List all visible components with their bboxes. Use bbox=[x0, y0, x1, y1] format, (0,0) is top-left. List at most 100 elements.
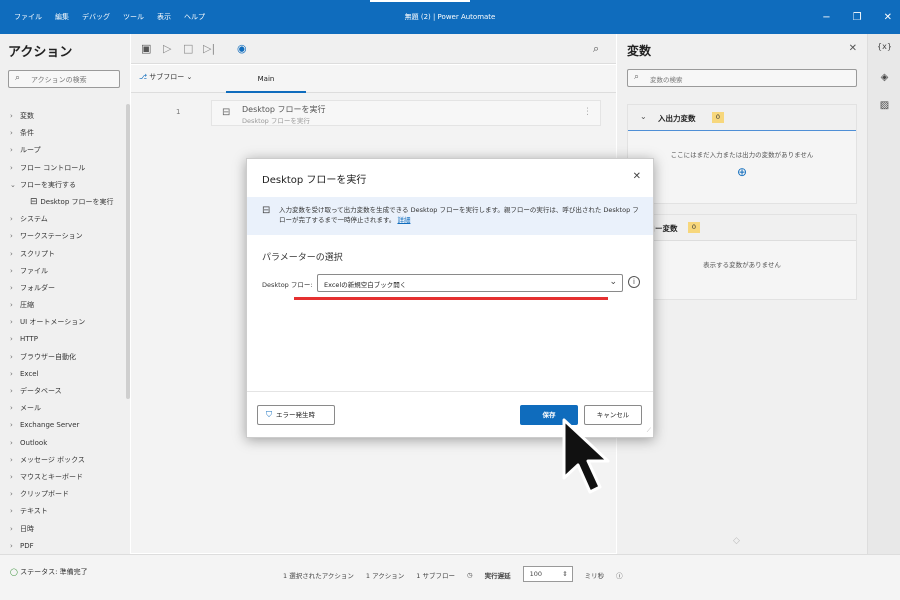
action-item[interactable]: › 日時 bbox=[0, 521, 130, 538]
stop-icon[interactable]: □ bbox=[183, 42, 193, 55]
action-item[interactable]: › PDF bbox=[0, 538, 130, 555]
action-item[interactable]: › ループ bbox=[0, 142, 130, 159]
search-flow-icon[interactable]: ⌕ bbox=[593, 42, 599, 56]
action-item[interactable]: › クリップボード bbox=[0, 486, 130, 503]
subflow-dropdown[interactable]: ⎇ サブフロー ⌄ bbox=[139, 72, 192, 82]
action-item[interactable]: › マウスとキーボード bbox=[0, 469, 130, 486]
action-item-label: Exchange Server bbox=[20, 421, 80, 430]
action-item-label: スクリプト bbox=[20, 249, 55, 258]
chevron-right-icon: › bbox=[10, 146, 13, 155]
chevron-right-icon: › bbox=[10, 129, 13, 138]
ui-elements-icon[interactable]: ◈ bbox=[868, 72, 900, 83]
action-item[interactable]: › フォルダー bbox=[0, 280, 130, 297]
search-icon: ⌕ bbox=[15, 73, 21, 83]
flow-variables-empty: 表示する変数がありません bbox=[703, 261, 781, 269]
variables-panel: 変数 ✕ ⌕ 変数の検索 ⌄ 入出力変数 0 ここにはまだ入力または出力の変数が… bbox=[617, 34, 867, 554]
chevron-right-icon: › bbox=[10, 283, 13, 292]
resize-grip-icon[interactable]: ⟋ bbox=[647, 427, 651, 435]
actions-scrollbar[interactable] bbox=[126, 104, 130, 399]
variables-search-input[interactable]: ⌕ 変数の検索 bbox=[627, 69, 857, 87]
subflow-icon: ⎇ bbox=[139, 73, 150, 81]
chevron-right-icon: › bbox=[10, 404, 13, 413]
chevron-down-icon: ⌄ bbox=[640, 112, 647, 121]
action-item-label: フロー コントロール bbox=[20, 163, 86, 172]
action-item-label: メール bbox=[20, 404, 41, 413]
desktop-flow-icon: ⊟ bbox=[262, 205, 271, 216]
action-count: 1 アクション bbox=[365, 572, 405, 580]
record-icon[interactable]: ◉ bbox=[237, 42, 247, 55]
close-window-button[interactable]: ✕ bbox=[884, 12, 892, 23]
dialog-description: ⊟ 入力変数を受け取って出力変数を生成できる Desktop フローを実行します… bbox=[247, 197, 653, 235]
close-icon[interactable]: ✕ bbox=[633, 171, 641, 182]
desktop-flow-icon: ⊟ bbox=[222, 107, 231, 118]
flow-step[interactable]: ⊟ Desktop フローを実行 Desktop フローを実行 ⋮ bbox=[211, 100, 601, 126]
action-item[interactable]: › メール bbox=[0, 400, 130, 417]
action-list: › 変数 › 条件 › ループ › フロー コントロール ⌄ フローを実行する ⊟ Desktop … bbox=[0, 108, 130, 555]
io-variables-header[interactable]: ⌄ 入出力変数 0 bbox=[628, 105, 856, 131]
action-item[interactable]: › スクリプト bbox=[0, 246, 130, 263]
action-item[interactable]: › Exchange Server bbox=[0, 417, 130, 434]
action-item[interactable]: › Outlook bbox=[0, 435, 130, 452]
action-item[interactable]: › テキスト bbox=[0, 503, 130, 520]
step-subtitle: Desktop フローを実行 bbox=[242, 117, 310, 125]
selected-count: 1 選択されたアクション bbox=[283, 572, 354, 580]
on-error-button[interactable]: ⛉ エラー発生時 bbox=[257, 405, 335, 425]
close-icon[interactable]: ✕ bbox=[849, 43, 857, 54]
add-variable-icon[interactable]: ⊕ bbox=[628, 165, 856, 179]
info-icon[interactable]: ⓘ bbox=[616, 570, 623, 580]
search-icon: ⌕ bbox=[634, 72, 640, 82]
actions-panel: アクション ⌕ アクションの検索 › 変数 › 条件 › ループ › フロー コントロール ⌄ フ… bbox=[0, 34, 130, 554]
variables-rail-button[interactable]: {x} bbox=[868, 42, 900, 51]
action-item[interactable]: › ワークステーション bbox=[0, 228, 130, 245]
info-icon[interactable]: i bbox=[628, 276, 640, 288]
status-bar: ◯ ステータス: 準備完了 1 選択されたアクション 1 アクション 1 サブフ… bbox=[0, 554, 900, 600]
maximize-button[interactable]: ❐ bbox=[853, 12, 862, 23]
details-link[interactable]: 詳細 bbox=[397, 216, 410, 224]
step-icon[interactable]: ▷| bbox=[203, 42, 215, 55]
action-item-label: 変数 bbox=[20, 112, 34, 120]
action-item-label: システム bbox=[20, 215, 48, 224]
status-info: 1 選択されたアクション 1 アクション 1 サブフロー ◷ 実行遅延 100 ⇕… bbox=[283, 566, 623, 583]
flow-variables-header[interactable]: フロー変数 0 bbox=[628, 215, 856, 241]
run-icon[interactable]: ▷ bbox=[163, 42, 171, 55]
tab-main[interactable]: Main bbox=[226, 65, 306, 93]
action-item[interactable]: › データベース bbox=[0, 383, 130, 400]
stepper-icon[interactable]: ⇕ bbox=[562, 567, 567, 581]
chevron-right-icon: › bbox=[10, 490, 13, 499]
action-item[interactable]: › システム bbox=[0, 211, 130, 228]
delay-stepper[interactable]: 100 ⇕ bbox=[522, 566, 573, 582]
io-variables-label: 入出力変数 bbox=[658, 114, 696, 123]
io-variables-count: 0 bbox=[712, 112, 724, 123]
side-rail: {x} ◈ ▨ bbox=[867, 34, 900, 554]
io-variables-section: ⌄ 入出力変数 0 ここにはまだ入力または出力の変数がありません ⊕ bbox=[627, 104, 857, 204]
action-item-label: UI オートメーション bbox=[20, 318, 86, 327]
eraser-icon[interactable]: ◇ bbox=[733, 536, 740, 546]
action-item[interactable]: › ブラウザー自動化 bbox=[0, 349, 130, 366]
desktop-flow-select[interactable]: Excelの新規空白ブック開く ⌄ bbox=[317, 274, 623, 292]
actions-panel-title: アクション bbox=[8, 45, 73, 60]
more-icon[interactable]: ⋮ bbox=[583, 107, 592, 117]
action-item-label: メッセージ ボックス bbox=[20, 455, 85, 464]
action-item[interactable]: › 条件 bbox=[0, 125, 130, 142]
action-item[interactable]: ⊟ Desktop フローを実行 bbox=[0, 194, 130, 211]
action-item[interactable]: › 変数 bbox=[0, 108, 130, 125]
images-icon[interactable]: ▨ bbox=[868, 100, 900, 111]
action-item[interactable]: › 圧縮 bbox=[0, 297, 130, 314]
action-item[interactable]: ⌄ フローを実行する bbox=[0, 177, 130, 194]
actions-search-input[interactable]: ⌕ アクションの検索 bbox=[8, 70, 120, 88]
action-item[interactable]: › ファイル bbox=[0, 263, 130, 280]
minimize-button[interactable]: − bbox=[822, 12, 830, 23]
action-item[interactable]: › メッセージ ボックス bbox=[0, 452, 130, 469]
action-item[interactable]: › フロー コントロール bbox=[0, 160, 130, 177]
action-item-label: クリップボード bbox=[20, 490, 69, 499]
mouse-cursor-icon bbox=[562, 418, 610, 494]
chevron-right-icon: › bbox=[10, 387, 13, 395]
action-item[interactable]: › Excel bbox=[0, 366, 130, 383]
action-item[interactable]: › HTTP bbox=[0, 331, 130, 348]
action-item[interactable]: › UI オートメーション bbox=[0, 314, 130, 331]
action-item-label: フォルダー bbox=[20, 283, 55, 292]
chevron-right-icon: › bbox=[10, 112, 13, 120]
run-desktop-flow-dialog: Desktop フローを実行 ✕ ⊟ 入力変数を受け取って出力変数を生成できる … bbox=[246, 158, 654, 438]
save-icon[interactable]: ▣ bbox=[141, 42, 151, 55]
chevron-right-icon: › bbox=[10, 507, 13, 516]
